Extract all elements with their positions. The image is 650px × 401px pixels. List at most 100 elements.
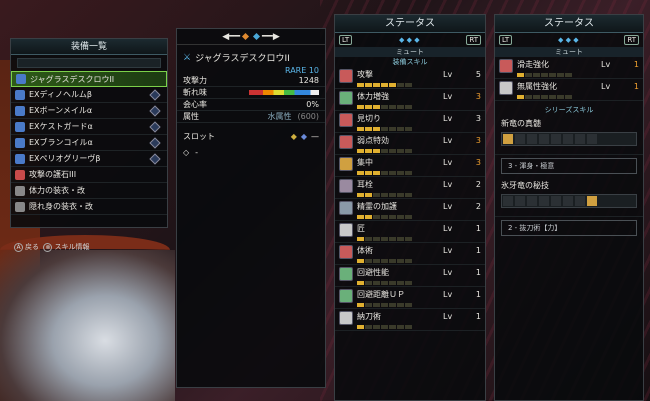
defense-row: ◇ - — [177, 145, 325, 159]
level-pip — [373, 83, 380, 87]
skill-icon — [339, 245, 353, 259]
skill-icon — [339, 267, 353, 281]
skill-row[interactable]: 耳栓 Lv 2 — [335, 177, 485, 199]
series-piece-bar — [501, 132, 637, 146]
skill-row[interactable]: 滑走強化 Lv 1 — [495, 57, 643, 79]
skill-row[interactable]: 回避距離ＵＰ Lv 1 — [335, 287, 485, 309]
skill-icon — [339, 289, 353, 303]
equipment-list-title: 装備一覧 — [11, 39, 167, 55]
level-pip — [373, 237, 380, 241]
tab-dot-active — [241, 32, 250, 41]
skill-row[interactable]: 体力増強 Lv 3 — [335, 89, 485, 111]
skill-level-gauge — [357, 325, 481, 329]
rt-button[interactable]: RT — [624, 35, 639, 45]
level-pip — [381, 171, 388, 175]
level-pip — [381, 325, 388, 329]
series-skill[interactable]: 氷牙竜の秘技 — [495, 177, 643, 217]
equipment-icon — [15, 121, 25, 132]
decoration-slot-icon — [149, 136, 161, 149]
skill-level-gauge — [357, 127, 481, 131]
skill-level-gauge — [517, 73, 639, 77]
skill-row[interactable]: 見切り Lv 3 — [335, 111, 485, 133]
weapon-title: ⚔ ジャグラスデスクロウII — [177, 45, 325, 66]
list-filter-bar[interactable] — [17, 58, 161, 68]
mute-label[interactable]: ミュート — [335, 47, 485, 57]
equipment-name: EXケストガードα — [29, 122, 93, 131]
control-hints: A 戻る ⊗ スキル情報 — [14, 242, 89, 252]
armor-piece-icon — [503, 134, 513, 144]
equipment-list-item[interactable]: 隠れ身の装衣・改 — [11, 199, 167, 215]
level-pip — [397, 281, 404, 285]
level-pip — [365, 171, 372, 175]
tab-right-icon[interactable]: ━━▶ — [262, 32, 280, 42]
rt-button[interactable]: RT — [466, 35, 481, 45]
skill-row[interactable]: 精霊の加護 Lv 2 — [335, 199, 485, 221]
skill-row[interactable]: 弱点特効 Lv 3 — [335, 133, 485, 155]
series-bonus: 2 - 抜刀術【力】 — [501, 220, 637, 236]
skill-name: 滑走強化 — [517, 60, 549, 69]
level-label: Lv — [443, 158, 453, 167]
level-pip — [405, 281, 412, 285]
level-pip — [405, 303, 412, 307]
skill-row[interactable]: 匠 Lv 1 — [335, 221, 485, 243]
skill-level: 3 — [475, 92, 481, 101]
equipment-list-item[interactable]: 体力の装衣・改 — [11, 183, 167, 199]
skill-row[interactable]: 集中 Lv 3 — [335, 155, 485, 177]
equipment-list-item[interactable]: 攻撃の護石III — [11, 167, 167, 183]
x-button-icon: ⊗ — [43, 243, 53, 252]
lt-button[interactable]: LT — [339, 35, 353, 45]
level-pip — [517, 73, 524, 77]
level-pip — [365, 83, 372, 87]
back-hint[interactable]: 戻る — [25, 243, 39, 251]
equipment-name: EXペリオグリーヴβ — [29, 154, 101, 163]
level-pip — [357, 303, 364, 307]
equipment-list-item[interactable]: EXボーンメイルα — [11, 103, 167, 119]
level-pip — [405, 259, 412, 263]
equipment-list-item[interactable]: EXケストガードα — [11, 119, 167, 135]
skill-row[interactable]: 無属性強化 Lv 1 — [495, 79, 643, 101]
skill-level: 1 — [475, 224, 481, 233]
level-pip — [525, 95, 532, 99]
tab-dot — [252, 32, 261, 41]
skill-level-gauge — [517, 95, 639, 99]
equipment-list-item[interactable]: EXペリオグリーヴβ — [11, 151, 167, 167]
skill-list: 滑走強化 Lv 1 無属性強化 Lv 1 — [495, 57, 643, 101]
level-label: Lv — [443, 202, 453, 211]
level-pip — [357, 325, 364, 329]
level-pip — [557, 73, 564, 77]
skill-row[interactable]: 体術 Lv 1 — [335, 243, 485, 265]
mute-label[interactable]: ミュート — [495, 47, 643, 57]
series-skill[interactable]: 新竜の真髄 — [495, 115, 643, 155]
level-pip — [365, 127, 372, 131]
armor-piece-icon — [575, 196, 585, 206]
skill-level: 2 — [475, 202, 481, 211]
skill-icon — [339, 113, 353, 127]
skill-level: 1 — [475, 290, 481, 299]
skill-name: 匠 — [357, 224, 365, 233]
level-pip — [373, 303, 380, 307]
level-pip — [405, 83, 412, 87]
skill-row[interactable]: 納刀術 Lv 1 — [335, 309, 485, 331]
armor-piece-icon — [563, 134, 573, 144]
level-pip — [365, 149, 372, 153]
rarity-label: RARE 10 — [284, 66, 319, 75]
equipment-list-item[interactable]: ジャグラスデスクロウII — [11, 71, 167, 87]
decoration-slot-icon — [149, 120, 161, 133]
equipment-list-item[interactable]: EXブランコイルα — [11, 135, 167, 151]
equipment-list-item[interactable]: EXディノヘルムβ — [11, 87, 167, 103]
skill-info-hint[interactable]: スキル情報 — [54, 243, 89, 251]
skill-row[interactable]: 回避性能 Lv 1 — [335, 265, 485, 287]
level-pip — [405, 127, 412, 131]
level-pip — [389, 127, 396, 131]
defense-icon: ◇ — [183, 147, 190, 157]
attack-label: 攻撃力 — [183, 76, 207, 85]
detail-tabbar[interactable]: ◀━━ ━━▶ — [177, 29, 325, 45]
level-pip — [397, 259, 404, 263]
level-pip — [405, 171, 412, 175]
sharpness-gauge — [249, 90, 319, 95]
lt-button[interactable]: LT — [499, 35, 513, 45]
skill-row[interactable]: 攻撃 Lv 5 — [335, 67, 485, 89]
sharpness-stat: 斬れ味 — [177, 87, 325, 99]
skill-name: 見切り — [357, 114, 381, 123]
tab-left-icon[interactable]: ◀━━ — [222, 32, 240, 42]
